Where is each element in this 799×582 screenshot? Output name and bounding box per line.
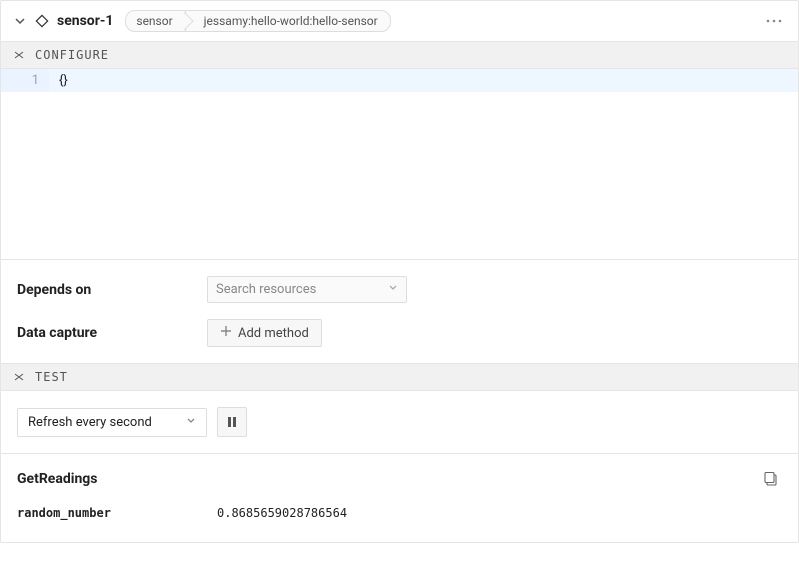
reading-row: random_number 0.8685659028786564 xyxy=(17,506,782,520)
configure-label: CONFIGURE xyxy=(35,48,109,62)
readings-title: GetReadings xyxy=(17,471,98,487)
reading-value: 0.8685659028786564 xyxy=(217,506,347,520)
reading-key: random_number xyxy=(17,506,217,520)
code-content[interactable]: {} xyxy=(49,69,798,92)
component-icon xyxy=(35,14,49,28)
collapse-icon xyxy=(13,49,25,61)
component-title: sensor-1 xyxy=(57,13,113,29)
depends-on-block: Depends on Search resources xyxy=(1,259,798,319)
chevron-down-icon xyxy=(388,282,398,297)
depends-on-label: Depends on xyxy=(17,282,207,298)
data-capture-label: Data capture xyxy=(17,325,207,341)
breadcrumb-model[interactable]: jessamy:hello-world:hello-sensor xyxy=(185,10,391,32)
depends-on-picker[interactable]: Search resources xyxy=(207,276,407,303)
add-method-label: Add method xyxy=(238,326,309,341)
test-toolbar: Refresh every second xyxy=(1,391,798,454)
card-header: sensor-1 sensor jessamy:hello-world:hell… xyxy=(1,1,798,42)
collapse-icon xyxy=(13,371,25,383)
depends-on-placeholder: Search resources xyxy=(216,282,316,297)
json-editor[interactable]: 1 {} xyxy=(1,69,798,259)
test-section-bar[interactable]: TEST xyxy=(1,363,798,391)
copy-button[interactable] xyxy=(760,468,782,490)
refresh-select[interactable]: Refresh every second xyxy=(17,408,207,437)
breadcrumb: sensor jessamy:hello-world:hello-sensor xyxy=(125,10,390,32)
overflow-menu-button[interactable] xyxy=(762,9,786,33)
refresh-select-label: Refresh every second xyxy=(28,415,152,430)
copy-icon xyxy=(763,471,779,487)
configure-section-bar[interactable]: CONFIGURE xyxy=(1,42,798,69)
line-number: 1 xyxy=(1,69,49,92)
pause-icon xyxy=(227,416,237,428)
plus-icon xyxy=(220,325,232,341)
chevron-down-icon[interactable] xyxy=(13,14,27,28)
component-card: sensor-1 sensor jessamy:hello-world:hell… xyxy=(0,0,799,543)
editor-blank-area[interactable] xyxy=(1,92,798,259)
add-method-button[interactable]: Add method xyxy=(207,319,322,347)
data-capture-block: Data capture Add method xyxy=(1,319,798,363)
breadcrumb-type[interactable]: sensor xyxy=(125,10,185,32)
chevron-down-icon xyxy=(186,415,196,430)
pause-button[interactable] xyxy=(217,407,247,437)
readings-block: GetReadings random_number 0.868565902878… xyxy=(1,454,798,542)
editor-line: 1 {} xyxy=(1,69,798,92)
test-label: TEST xyxy=(35,370,68,384)
